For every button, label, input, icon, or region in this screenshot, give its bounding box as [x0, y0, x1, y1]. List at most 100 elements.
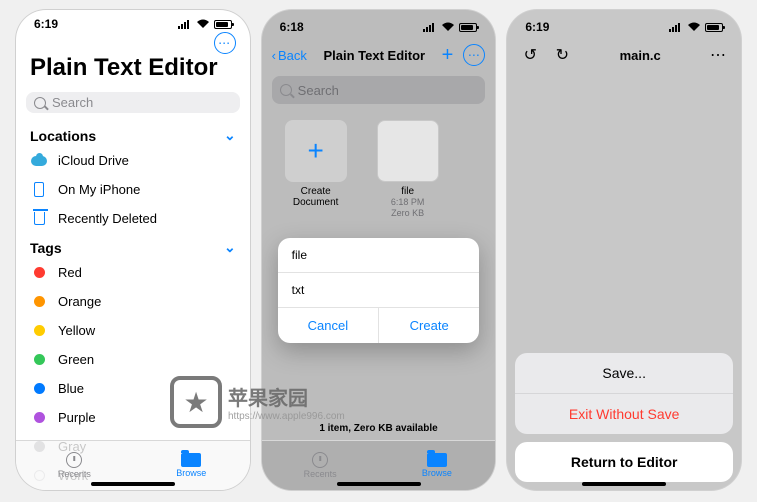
- signal-icon: [669, 22, 683, 32]
- clock-icon: [312, 452, 328, 468]
- status-icons: [423, 22, 477, 32]
- locations-header[interactable]: Locations ⌄: [16, 121, 250, 146]
- tab-label: Browse: [422, 468, 452, 478]
- row-label: Purple: [58, 410, 96, 425]
- exit-without-save-button[interactable]: Exit Without Save: [515, 394, 733, 434]
- item-label: Create Document: [278, 186, 354, 208]
- back-button[interactable]: ‹Back: [272, 48, 307, 63]
- tags-header[interactable]: Tags ⌄: [16, 233, 250, 258]
- wifi-icon: [441, 22, 455, 32]
- nav-bar: ↺ ↻ main.c ⋯: [507, 38, 741, 72]
- clock-icon: [66, 452, 82, 468]
- row-label: Red: [58, 265, 82, 280]
- status-bar: 6:19: [507, 10, 741, 38]
- extension-input[interactable]: txt: [278, 273, 480, 308]
- more-button[interactable]: ⋯: [214, 32, 236, 54]
- folder-icon: [427, 453, 447, 467]
- status-bar: 6:18: [262, 10, 496, 38]
- battery-icon: [214, 20, 232, 29]
- create-button[interactable]: Create: [379, 308, 479, 343]
- top-bar: ⋯: [16, 32, 250, 54]
- return-button[interactable]: Return to Editor: [515, 442, 733, 482]
- cloud-icon: [31, 156, 47, 166]
- cancel-button[interactable]: Cancel: [278, 308, 379, 343]
- tab-label: Recents: [304, 469, 337, 479]
- file-item[interactable]: file 6:18 PM Zero KB: [370, 120, 446, 219]
- item-time: 6:18 PM: [370, 197, 446, 208]
- location-iphone[interactable]: On My iPhone: [16, 175, 250, 204]
- star-icon: ★: [170, 376, 222, 428]
- status-bar: 6:19: [16, 10, 250, 32]
- tag-green[interactable]: Green: [16, 345, 250, 374]
- location-deleted[interactable]: Recently Deleted: [16, 204, 250, 233]
- add-button[interactable]: +: [442, 44, 454, 67]
- back-label: Back: [278, 48, 307, 63]
- create-file-modal: file txt Cancel Create: [278, 238, 480, 343]
- battery-icon: [705, 23, 723, 32]
- battery-icon: [459, 23, 477, 32]
- tag-dot-icon: [34, 383, 45, 394]
- clock-time: 6:19: [525, 20, 549, 34]
- status-icons: [669, 22, 723, 32]
- signal-icon: [178, 19, 192, 29]
- watermark-text: 苹果家园: [228, 388, 308, 410]
- signal-icon: [423, 22, 437, 32]
- home-indicator[interactable]: [91, 482, 175, 486]
- redo-button[interactable]: ↻: [551, 45, 573, 65]
- wifi-icon: [196, 19, 210, 29]
- search-icon: [34, 97, 46, 109]
- folder-icon: [181, 453, 201, 467]
- action-sheet: Save... Exit Without Save Return to Edit…: [515, 353, 733, 482]
- location-icloud[interactable]: iCloud Drive: [16, 146, 250, 175]
- search-icon: [280, 84, 292, 96]
- tab-label: Recents: [58, 469, 91, 479]
- more-button[interactable]: ⋯: [463, 44, 485, 66]
- phone-editor-sheet: 6:19 ↺ ↻ main.c ⋯ Save... Exit Without S…: [507, 10, 741, 490]
- item-label: file: [370, 186, 446, 197]
- tag-dot-icon: [34, 412, 45, 423]
- watermark: ★ 苹果家园 https://www.apple996.com: [170, 376, 345, 428]
- tag-dot-icon: [34, 296, 45, 307]
- item-size: Zero KB: [370, 208, 446, 219]
- trash-icon: [34, 212, 45, 225]
- search-input[interactable]: Search: [272, 76, 486, 104]
- row-label: Recently Deleted: [58, 211, 157, 226]
- row-label: Orange: [58, 294, 101, 309]
- tag-orange[interactable]: Orange: [16, 287, 250, 316]
- tag-red[interactable]: Red: [16, 258, 250, 287]
- chevron-down-icon: ⌄: [224, 239, 236, 256]
- filename-input[interactable]: file: [278, 238, 480, 273]
- watermark-url: https://www.apple996.com: [228, 411, 345, 422]
- locations-label: Locations: [30, 128, 96, 144]
- tab-label: Browse: [176, 468, 206, 478]
- row-label: On My iPhone: [58, 182, 140, 197]
- iphone-icon: [34, 182, 44, 197]
- undo-button[interactable]: ↺: [519, 45, 541, 65]
- chevron-left-icon: ‹: [272, 48, 276, 63]
- page-title: Plain Text Editor: [16, 54, 250, 88]
- save-button[interactable]: Save...: [515, 353, 733, 394]
- home-indicator[interactable]: [337, 482, 421, 486]
- clock-time: 6:18: [280, 20, 304, 34]
- tag-dot-icon: [34, 354, 45, 365]
- tag-dot-icon: [34, 325, 45, 336]
- tag-dot-icon: [34, 267, 45, 278]
- search-placeholder: Search: [52, 95, 93, 110]
- status-icons: [178, 19, 232, 29]
- clock-time: 6:19: [34, 17, 58, 31]
- more-button[interactable]: ⋯: [707, 45, 729, 65]
- file-grid: + Create Document file 6:18 PM Zero KB: [262, 112, 496, 227]
- home-indicator[interactable]: [582, 482, 666, 486]
- row-label: iCloud Drive: [58, 153, 129, 168]
- row-label: Yellow: [58, 323, 95, 338]
- tag-yellow[interactable]: Yellow: [16, 316, 250, 345]
- plus-icon: +: [307, 135, 323, 167]
- tags-label: Tags: [30, 240, 62, 256]
- create-document[interactable]: + Create Document: [278, 120, 354, 219]
- search-input[interactable]: Search: [26, 92, 240, 113]
- nav-bar: ‹Back Plain Text Editor + ⋯: [262, 38, 496, 72]
- chevron-down-icon: ⌄: [224, 127, 236, 144]
- search-placeholder: Search: [298, 83, 339, 98]
- nav-title: Plain Text Editor: [323, 48, 425, 63]
- wifi-icon: [687, 22, 701, 32]
